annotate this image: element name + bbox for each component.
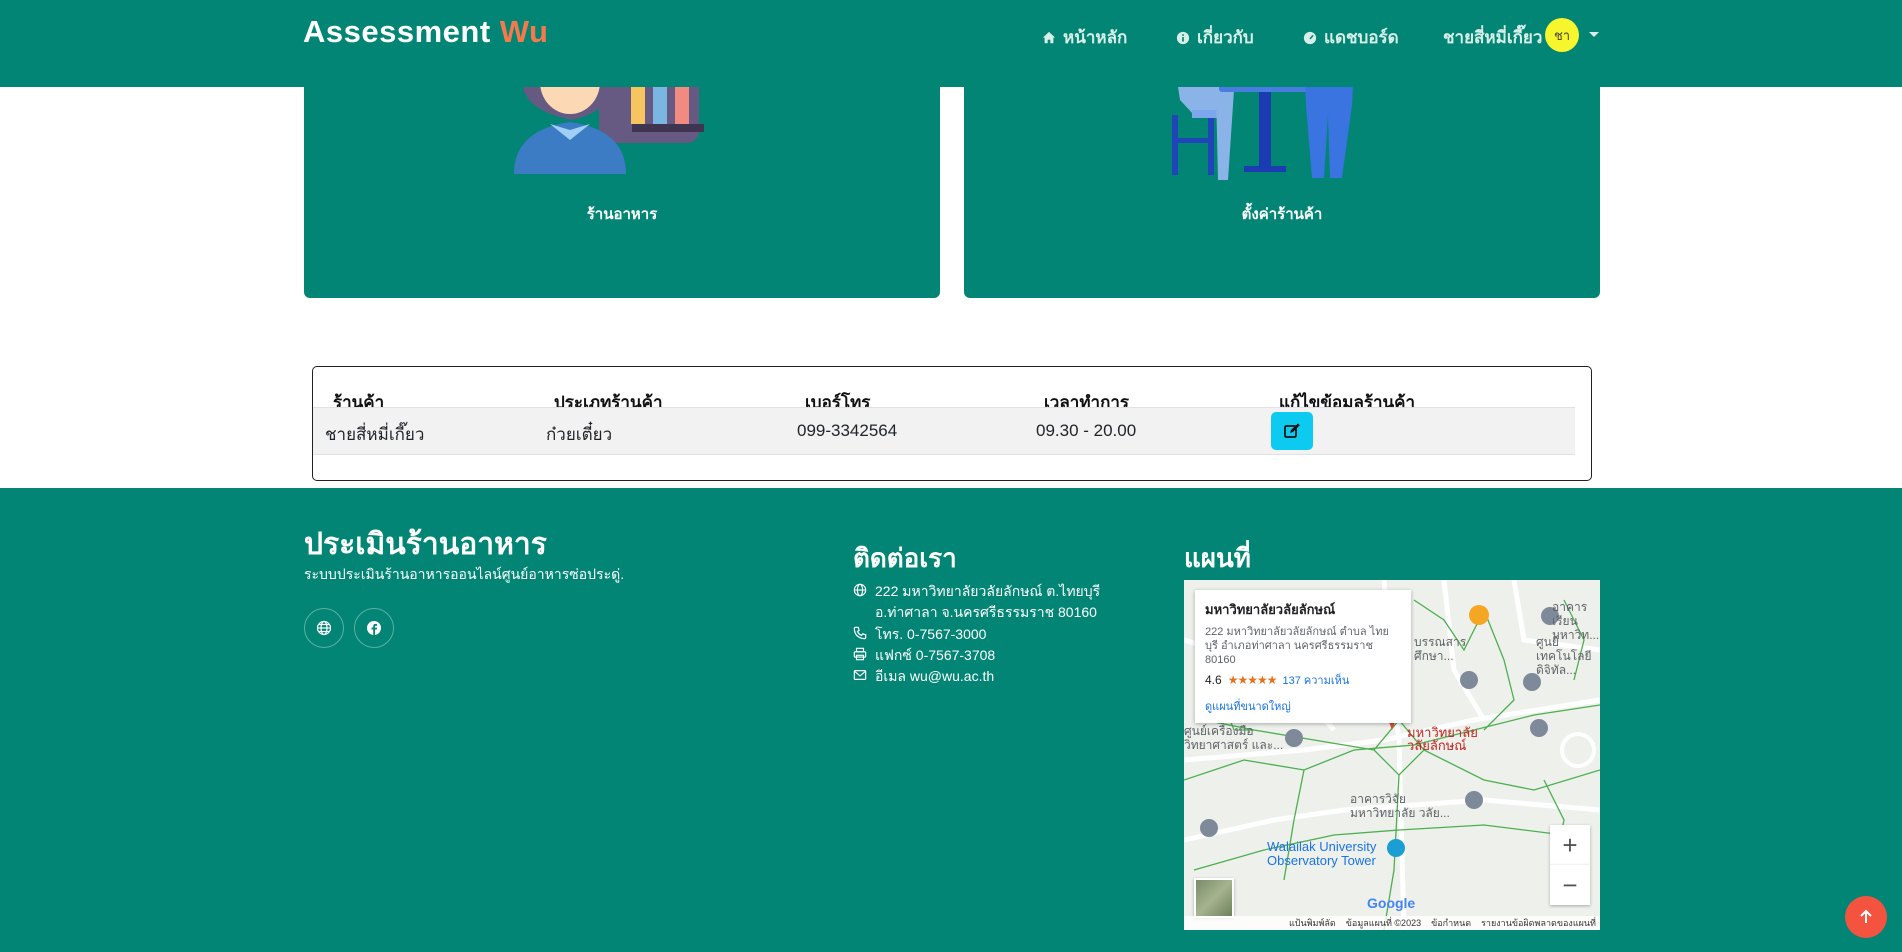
google-logo: Google xyxy=(1367,895,1415,911)
nav-home-label: หน้าหลัก xyxy=(1063,28,1128,47)
info-icon xyxy=(1176,31,1190,44)
shop-settings-card[interactable]: ตั้งค่าร้านค้า xyxy=(964,60,1600,298)
map-rating-value: 4.6 xyxy=(1205,673,1222,687)
envelope-icon xyxy=(853,670,867,680)
google-logo-text: Google xyxy=(1367,895,1416,911)
avatar[interactable]: ชา xyxy=(1545,18,1579,52)
map-pin-label: มหาวิทยาลัย วลัยลักษณ์ xyxy=(1407,725,1478,753)
contact-email-text: อีเมล wu@wu.ac.th xyxy=(875,668,995,684)
map-terms-link[interactable]: ข้อกำหนด xyxy=(1431,916,1471,930)
map-report-link[interactable]: รายงานข้อผิดพลาดของแผนที่ xyxy=(1481,916,1596,930)
facebook-icon xyxy=(367,621,381,635)
brand-logo[interactable]: Assessment Wu xyxy=(303,14,548,50)
nav-dashboard[interactable]: แดชบอร์ด xyxy=(1303,24,1399,51)
edit-icon xyxy=(1284,423,1300,438)
scroll-to-top-button[interactable] xyxy=(1845,896,1887,938)
map-title: แผนที่ xyxy=(1184,543,1251,573)
restaurant-card-label: ร้านอาหาร xyxy=(586,206,658,223)
dashboard-icon xyxy=(1303,31,1317,44)
brand-main: Assessment xyxy=(303,14,491,49)
brand-accent: Wu xyxy=(499,14,549,49)
contact-address: 222 มหาวิทยาลัยวลัยลักษณ์ ต.ไทยบุรี อ.ท่… xyxy=(853,581,1163,623)
map-zoom-in-button[interactable]: + xyxy=(1550,825,1590,865)
contact-fax-text: แฟกซ์ 0-7567-3708 xyxy=(875,647,996,663)
map-label-building: อาคารเรียน มหาวิท... xyxy=(1552,600,1600,642)
nav-dashboard-label: แดชบอร์ด xyxy=(1324,28,1399,47)
home-icon xyxy=(1042,31,1056,43)
chevron-down-icon[interactable] xyxy=(1589,32,1599,37)
contact-address-text: 222 มหาวิทยาลัยวลัยลักษณ์ ต.ไทยบุรี อ.ท่… xyxy=(875,583,1101,620)
nav-about[interactable]: เกี่ยวกับ xyxy=(1176,24,1254,51)
embedded-map[interactable]: ศูนย์เครื่องมือ วิทยาศาสตร์ และ... บรรณส… xyxy=(1184,580,1600,930)
map-place-card: มหาวิทยาลัยวลัยลักษณ์ 222 มหาวิทยาลัยวลั… xyxy=(1195,590,1411,723)
globe-icon xyxy=(853,583,867,597)
restaurant-card[interactable]: ร้านอาหาร xyxy=(304,60,940,298)
contact-email[interactable]: อีเมล wu@wu.ac.th xyxy=(853,666,994,688)
contact-title: ติดต่อเรา xyxy=(853,543,957,573)
footer-description: ระบบประเมินร้านอาหารออนไลน์ศูนย์อาหารซ่อ… xyxy=(304,566,625,582)
map-label-research: อาคารวิจัย มหาวิทยาลัย วลัย... xyxy=(1350,792,1450,820)
nav-home[interactable]: หน้าหลัก xyxy=(1042,24,1127,51)
map-zoom-out-button[interactable]: − xyxy=(1550,865,1590,905)
map-tower-label: Walailak University Observatory Tower xyxy=(1267,839,1377,868)
star-rating-icon: ★★★★★ xyxy=(1227,673,1278,687)
map-label-edu: บรรณสาร ศึกษา... xyxy=(1414,635,1467,663)
globe-icon xyxy=(316,620,332,636)
contact-fax: แฟกซ์ 0-7567-3708 xyxy=(853,645,995,667)
map-data-credit: ข้อมูลแผนที่ ©2023 xyxy=(1345,918,1422,928)
map-reviews-link[interactable]: 137 ความเห็น xyxy=(1282,671,1349,689)
shop-table: ร้านค้า ประเภทร้านค้า เบอร์โทร เวลาทำการ… xyxy=(312,366,1592,481)
map-rating: 4.6 ★★★★★ 137 ความเห็น xyxy=(1205,671,1401,689)
nav-about-label: เกี่ยวกับ xyxy=(1197,28,1254,47)
map-place-address: 222 มหาวิทยาลัยวลัยลักษณ์ ตำบล ไทยบุรี อ… xyxy=(1205,626,1389,666)
cell-hours: 09.30 - 20.00 xyxy=(1036,421,1137,440)
user-menu[interactable]: ชายสี่หมี่เกี๊ยว xyxy=(1443,24,1542,51)
phone-icon xyxy=(853,626,867,640)
map-place-name: มหาวิทยาลัยวลัยลักษณ์ xyxy=(1205,602,1336,617)
edit-shop-button[interactable] xyxy=(1271,412,1313,450)
navbar: Assessment Wu หน้าหลัก เกี่ยวกับ แดชบอร์… xyxy=(0,0,1902,87)
website-button[interactable] xyxy=(304,608,344,648)
cell-type: ก๋วยเตี๋ยว xyxy=(546,425,613,444)
printer-icon xyxy=(853,647,867,661)
map-label-tools: ศูนย์เครื่องมือ วิทยาศาสตร์ และ... xyxy=(1184,724,1284,752)
cell-phone: 099-3342564 xyxy=(797,421,898,440)
map-keyboard-shortcuts[interactable]: แป้นพิมพ์ลัด xyxy=(1289,916,1336,930)
cell-shop: ชายสี่หมี่เกี๊ยว xyxy=(325,425,425,444)
map-satellite-toggle[interactable] xyxy=(1194,878,1234,918)
footer: ประเมินร้านอาหาร ระบบประเมินร้านอาหารออน… xyxy=(0,488,1902,952)
contact-phone: โทร. 0-7567-3000 xyxy=(853,624,986,646)
footer-title: ประเมินร้านอาหาร xyxy=(304,528,547,561)
view-larger-map-link[interactable]: ดูแผนที่ขนาดใหญ่ xyxy=(1205,697,1401,715)
shop-settings-card-label: ตั้งค่าร้านค้า xyxy=(1241,206,1323,223)
table-row xyxy=(313,407,1575,455)
arrow-up-icon xyxy=(1860,909,1872,923)
contact-phone-text: โทร. 0-7567-3000 xyxy=(875,626,987,642)
user-name: ชายสี่หมี่เกี๊ยว xyxy=(1443,28,1543,47)
facebook-button[interactable] xyxy=(354,608,394,648)
map-attribution: แป้นพิมพ์ลัด ข้อมูลแผนที่ ©2023 ข้อกำหนด… xyxy=(1184,916,1600,930)
